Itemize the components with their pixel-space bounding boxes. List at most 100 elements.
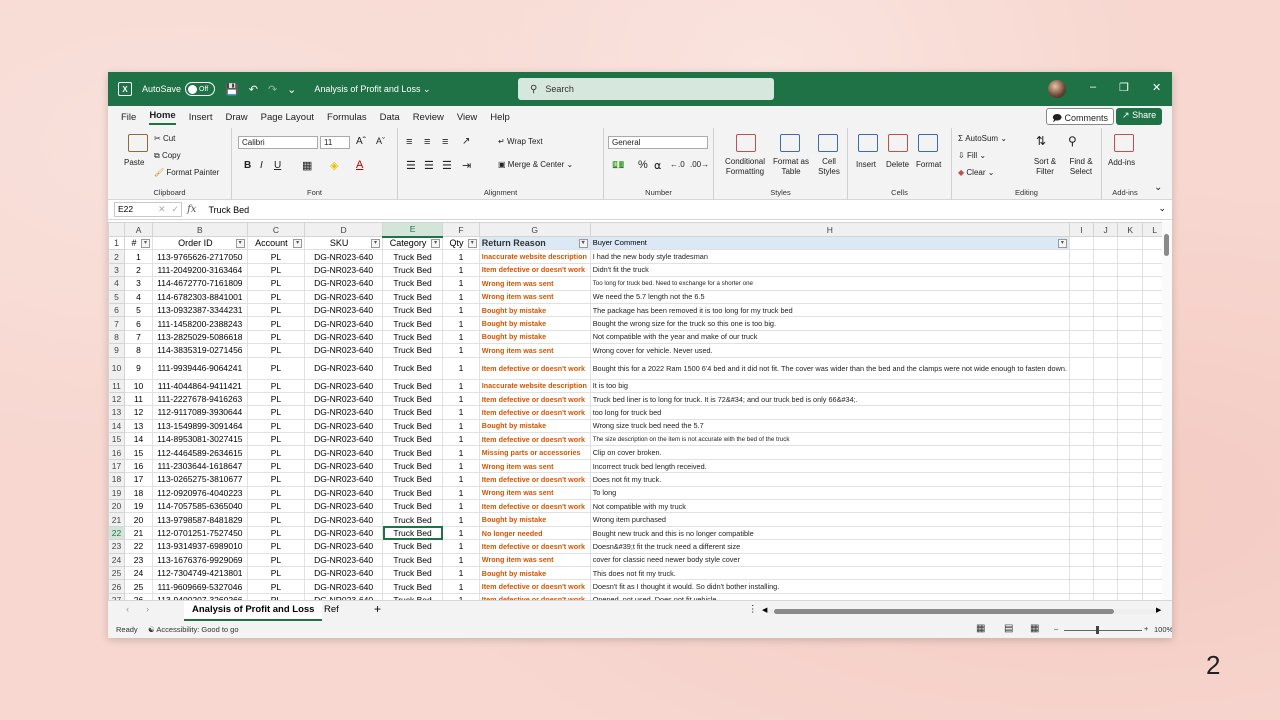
percent-icon[interactable]: % — [638, 159, 648, 171]
page-layout-view-icon[interactable]: ▤ — [1004, 623, 1013, 634]
cell-styles-button[interactable]: Cell Styles — [814, 157, 844, 177]
cell-account[interactable]: PL — [246, 302, 306, 318]
row-header[interactable]: 21 — [108, 512, 125, 527]
cell-account[interactable]: PL — [246, 579, 306, 594]
empty-cell[interactable] — [1092, 525, 1119, 541]
number-format-select[interactable]: General — [608, 136, 708, 149]
tab-file[interactable]: File — [121, 112, 136, 123]
cell-sku[interactable]: DG-NR023-640 — [304, 485, 384, 501]
cell-qty[interactable]: 1 — [442, 499, 480, 514]
cell-return-reason[interactable]: Item defective or doesn't work — [478, 262, 591, 278]
empty-cell[interactable] — [1092, 579, 1119, 594]
empty-cell[interactable] — [1117, 485, 1144, 501]
cell-order-id[interactable]: 113-0932387-3344231 — [152, 302, 248, 318]
cell-account[interactable]: PL — [246, 552, 306, 567]
cell-category[interactable]: Truck Bed — [382, 458, 444, 474]
empty-cell[interactable] — [1068, 343, 1094, 358]
cell-index[interactable]: 5 — [123, 302, 154, 318]
empty-cell[interactable] — [1068, 539, 1094, 554]
empty-cell[interactable] — [1117, 592, 1144, 600]
header-qty[interactable]: ▾ Qty — [442, 235, 480, 251]
row-header[interactable]: 26 — [108, 579, 125, 594]
cell-sku[interactable]: DG-NR023-640 — [304, 249, 384, 264]
cell-return-reason[interactable]: Missing parts or accessories — [478, 445, 591, 460]
cell-qty[interactable]: 1 — [442, 418, 480, 434]
search-box[interactable]: ⚲ Search — [518, 78, 774, 100]
cell-return-reason[interactable]: Inaccurate website description — [478, 249, 591, 264]
cell-account[interactable]: PL — [246, 262, 306, 278]
empty-cell[interactable] — [1092, 329, 1119, 345]
empty-cell[interactable] — [1068, 405, 1094, 420]
empty-cell[interactable] — [1092, 418, 1119, 434]
cell-sku[interactable]: DG-NR023-640 — [304, 565, 384, 581]
cell-return-reason[interactable]: Item defective or doesn't work — [478, 405, 591, 420]
vertical-scrollbar[interactable] — [1162, 222, 1172, 600]
cell-account[interactable]: PL — [246, 276, 306, 291]
cell-qty[interactable]: 1 — [442, 356, 480, 380]
cell-account[interactable]: PL — [246, 472, 306, 487]
row-header[interactable]: 2 — [108, 249, 125, 264]
empty-cell[interactable] — [1068, 329, 1094, 345]
cell-return-reason[interactable]: Wrong item was sent — [478, 552, 591, 567]
accessibility-status[interactable]: ☯ Accessibility: Good to go — [148, 625, 239, 634]
cell-qty[interactable]: 1 — [442, 485, 480, 501]
wrap-text-button[interactable]: ↵ Wrap Text — [498, 137, 543, 146]
cell-category[interactable]: Truck Bed — [382, 539, 444, 554]
empty-cell[interactable] — [1068, 418, 1094, 434]
cell-buyer-comment[interactable]: Didn't fit the truck — [589, 262, 1070, 278]
align-bottom-icon[interactable]: ≡ — [442, 136, 448, 148]
cell-order-id[interactable]: 113-0265275-3810677 — [152, 472, 248, 487]
cell-category[interactable]: Truck Bed — [382, 472, 444, 487]
cell-account[interactable]: PL — [246, 512, 306, 527]
accounting-icon[interactable]: 💵 — [612, 160, 624, 171]
tab-home[interactable]: Home — [149, 110, 176, 125]
empty-cell[interactable] — [1117, 276, 1144, 291]
empty-cell[interactable] — [1092, 512, 1119, 527]
column-header-i[interactable]: I — [1068, 222, 1094, 237]
cell-category[interactable]: Truck Bed — [382, 262, 444, 278]
cell-return-reason[interactable]: Wrong item was sent — [478, 276, 591, 291]
empty-cell[interactable] — [1092, 316, 1119, 331]
cell-index[interactable]: 7 — [123, 329, 154, 345]
conditional-formatting-button[interactable]: Conditional Formatting — [720, 157, 770, 177]
cell-order-id[interactable]: 114-3835319-0271456 — [152, 343, 248, 358]
align-top-icon[interactable]: ≡ — [406, 136, 412, 148]
cell-index[interactable]: 6 — [123, 316, 154, 331]
cell-index[interactable]: 15 — [123, 445, 154, 460]
row-header[interactable]: 17 — [108, 458, 125, 474]
empty-cell[interactable] — [1117, 405, 1144, 420]
cell-index[interactable]: 3 — [123, 276, 154, 291]
cell-qty[interactable]: 1 — [442, 289, 480, 304]
cell-qty[interactable]: 1 — [442, 565, 480, 581]
expand-formula-icon[interactable]: ⌄ — [1158, 203, 1166, 214]
cell-buyer-comment[interactable]: It is too big — [589, 378, 1070, 393]
cell-buyer-comment[interactable]: Does not fit my truck. — [589, 472, 1070, 487]
filter-dropdown-icon[interactable]: ▾ — [293, 239, 303, 249]
cell-sku[interactable]: DG-NR023-640 — [304, 458, 384, 474]
cell-buyer-comment[interactable]: cover for classic need newer body style … — [589, 552, 1070, 567]
cell-buyer-comment[interactable]: The package has been removed it is too l… — [589, 302, 1070, 318]
cell-buyer-comment[interactable]: too long for truck bed — [589, 405, 1070, 420]
row-header[interactable]: 24 — [108, 552, 125, 567]
row-header[interactable]: 13 — [108, 405, 125, 420]
cell-index[interactable]: 26 — [123, 592, 154, 600]
cell-buyer-comment[interactable]: Bought new truck and this is no longer c… — [589, 525, 1070, 541]
cell-category[interactable]: Truck Bed — [382, 356, 444, 380]
cell-account[interactable]: PL — [246, 432, 306, 447]
cell-qty[interactable]: 1 — [442, 378, 480, 393]
cell-category[interactable]: Truck Bed — [382, 579, 444, 594]
empty-cell[interactable] — [1092, 539, 1119, 554]
tab-view[interactable]: View — [457, 112, 477, 123]
indent-icon[interactable]: ⇥ — [462, 159, 471, 172]
cell-sku[interactable]: DG-NR023-640 — [304, 262, 384, 278]
cell-order-id[interactable]: 111-9939446-9064241 — [152, 356, 248, 380]
close-icon[interactable]: ✕ — [1152, 81, 1161, 94]
cell-index[interactable]: 20 — [123, 512, 154, 527]
cell-return-reason[interactable]: Wrong item was sent — [478, 485, 591, 501]
cell-account[interactable]: PL — [246, 329, 306, 345]
underline-icon[interactable]: U — [274, 160, 281, 171]
empty-cell[interactable] — [1092, 235, 1119, 251]
grow-font-icon[interactable]: Aˆ — [356, 136, 366, 147]
header-return-reason[interactable]: ▾ Return Reason — [478, 235, 591, 251]
column-header-c[interactable]: C — [246, 222, 306, 237]
